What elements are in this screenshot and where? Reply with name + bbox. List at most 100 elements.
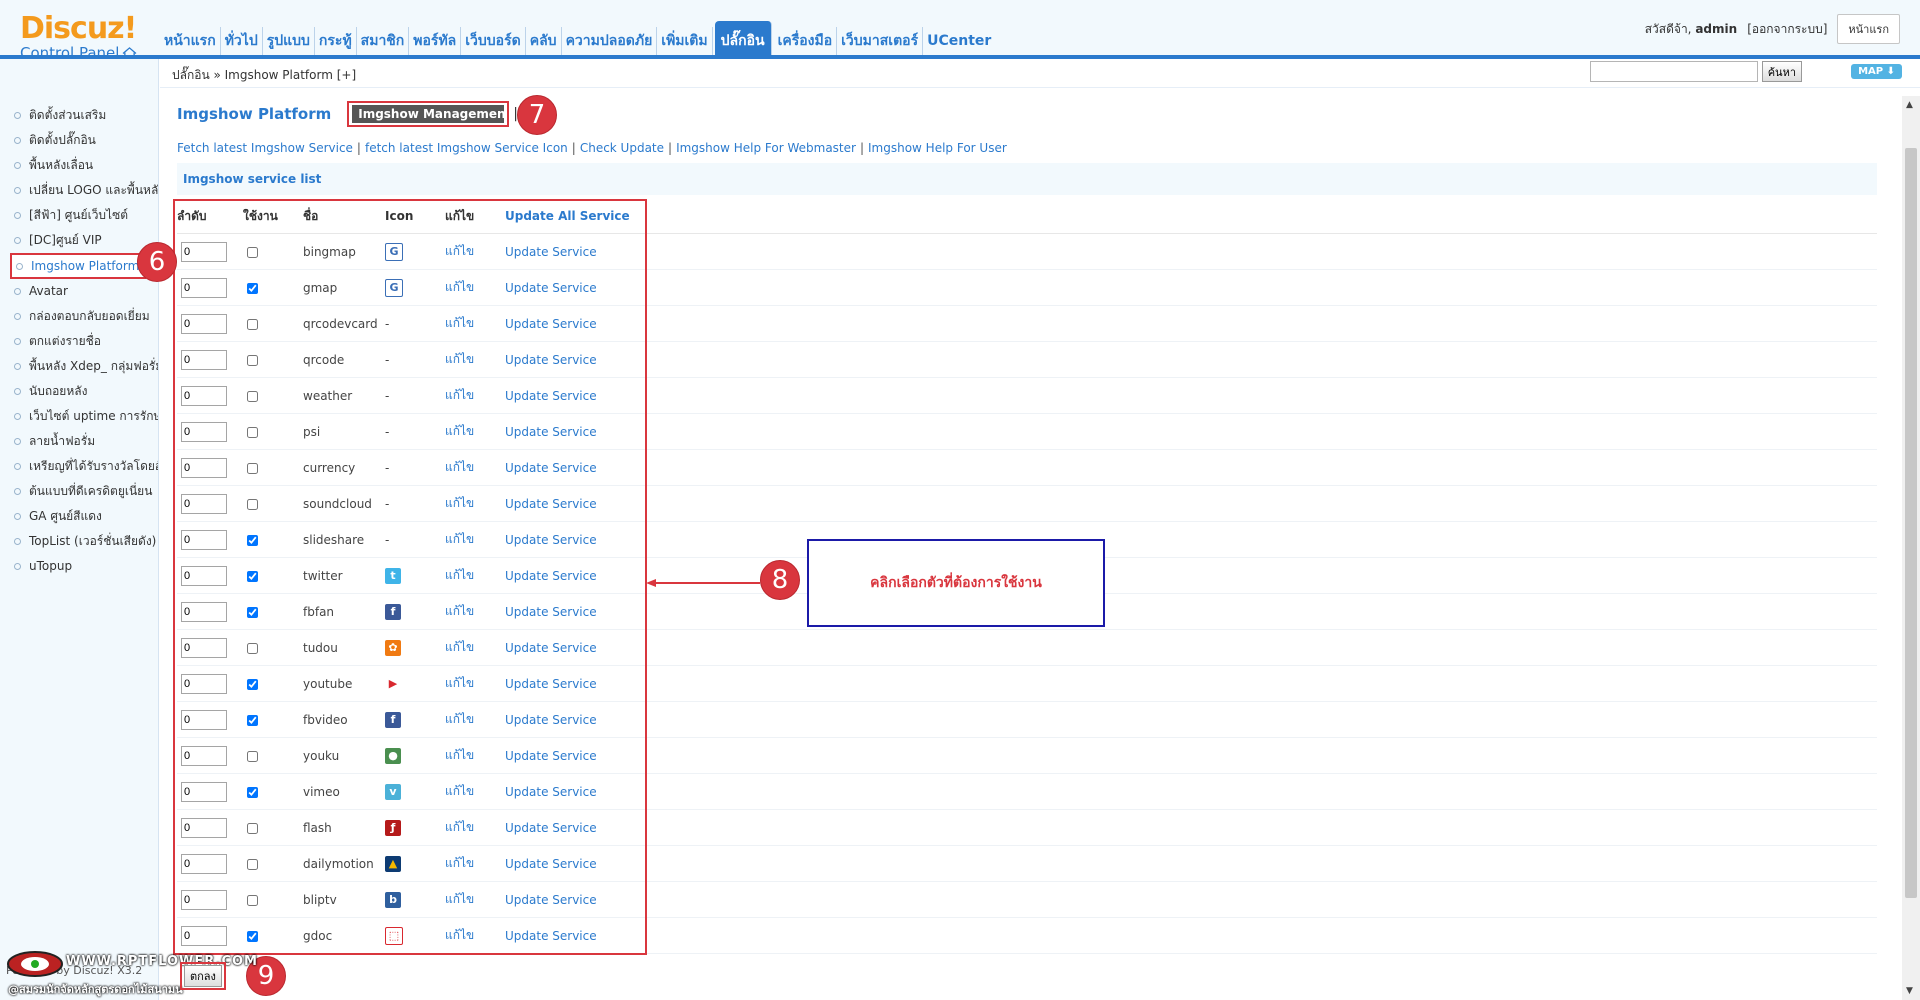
edit-link[interactable]: แก้ไข: [445, 820, 474, 834]
sidebar-item-4[interactable]: [สีฟ้า] ศูนย์เว็บไซต์: [0, 203, 158, 228]
enable-checkbox[interactable]: [247, 570, 258, 582]
sidebar-item-13[interactable]: ลายน้ำฟอรั่ม: [0, 429, 158, 454]
update-service-link[interactable]: Update Service: [505, 497, 597, 511]
edit-link[interactable]: แก้ไข: [445, 712, 474, 726]
sidebar-item-10[interactable]: พื้นหลัง Xdep_ กลุ่มฟอรั่ม: [0, 354, 158, 379]
update-service-link[interactable]: Update Service: [505, 317, 597, 331]
edit-link[interactable]: แก้ไข: [445, 568, 474, 582]
order-input[interactable]: [181, 889, 227, 910]
search-input[interactable]: [1589, 61, 1758, 82]
enable-checkbox[interactable]: [247, 354, 258, 366]
vertical-scrollbar[interactable]: ▲ ▼: [1902, 96, 1920, 1000]
edit-link[interactable]: แก้ไข: [445, 604, 474, 618]
nav-item-8[interactable]: ความปลอดภัย: [562, 27, 658, 55]
sidebar-item-8[interactable]: กล่องตอบกลับยอดเยี่ยม: [0, 304, 158, 329]
nav-item-4[interactable]: สมาชิก: [357, 27, 410, 55]
update-service-link[interactable]: Update Service: [505, 389, 597, 403]
enable-checkbox[interactable]: [247, 858, 258, 870]
order-input[interactable]: [181, 277, 227, 298]
map-button[interactable]: MAP ⬇: [1851, 64, 1902, 79]
edit-link[interactable]: แก้ไข: [445, 640, 474, 654]
update-service-link[interactable]: Update Service: [505, 785, 597, 799]
enable-checkbox[interactable]: [247, 390, 258, 402]
edit-link[interactable]: แก้ไข: [445, 748, 474, 762]
nav-item-0[interactable]: หน้าแรก: [160, 27, 221, 55]
enable-checkbox[interactable]: [247, 498, 258, 510]
edit-link[interactable]: แก้ไข: [445, 676, 474, 690]
edit-link[interactable]: แก้ไข: [445, 856, 474, 870]
order-input[interactable]: [181, 601, 227, 622]
edit-link[interactable]: แก้ไข: [445, 352, 474, 366]
order-input[interactable]: [181, 817, 227, 838]
nav-item-6[interactable]: เว็บบอร์ด: [461, 27, 526, 55]
enable-checkbox[interactable]: [247, 642, 258, 654]
enable-checkbox[interactable]: [247, 786, 258, 798]
order-input[interactable]: [181, 853, 227, 874]
update-service-link[interactable]: Update Service: [505, 461, 597, 475]
sidebar-item-6[interactable]: Imgshow Platform: [10, 253, 146, 279]
sidebar-item-0[interactable]: ติดตั้งส่วนเสริม: [0, 103, 158, 128]
scroll-up-icon[interactable]: ▲: [1906, 100, 1913, 110]
nav-item-1[interactable]: ทั่วไป: [221, 27, 263, 55]
action-link-3[interactable]: Imgshow Help For Webmaster: [676, 141, 856, 155]
logout-link[interactable]: [ออกจากระบบ]: [1747, 20, 1827, 39]
scroll-thumb[interactable]: [1905, 148, 1917, 898]
action-link-1[interactable]: fetch latest Imgshow Service Icon: [365, 141, 568, 155]
enable-checkbox[interactable]: [247, 714, 258, 726]
order-input[interactable]: [181, 385, 227, 406]
nav-item-12[interactable]: เว็บมาสเตอร์: [837, 27, 924, 55]
edit-link[interactable]: แก้ไข: [445, 892, 474, 906]
enable-checkbox[interactable]: [247, 426, 258, 438]
order-input[interactable]: [181, 241, 227, 262]
edit-link[interactable]: แก้ไข: [445, 784, 474, 798]
nav-item-11[interactable]: เครื่องมือ: [774, 27, 838, 55]
edit-link[interactable]: แก้ไข: [445, 388, 474, 402]
update-service-link[interactable]: Update Service: [505, 713, 597, 727]
update-service-link[interactable]: Update Service: [505, 821, 597, 835]
update-service-link[interactable]: Update Service: [505, 605, 597, 619]
sidebar-item-9[interactable]: ตกแต่งรายชื่อ: [0, 329, 158, 354]
update-service-link[interactable]: Update Service: [505, 533, 597, 547]
order-input[interactable]: [181, 637, 227, 658]
sidebar-item-11[interactable]: นับถอยหลัง: [0, 379, 158, 404]
update-service-link[interactable]: Update Service: [505, 749, 597, 763]
update-service-link[interactable]: Update Service: [505, 929, 597, 943]
submit-button[interactable]: ตกลง: [184, 965, 222, 987]
update-service-link[interactable]: Update Service: [505, 641, 597, 655]
update-service-link[interactable]: Update Service: [505, 353, 597, 367]
update-service-link[interactable]: Update Service: [505, 569, 597, 583]
sidebar-item-15[interactable]: ต้นแบบที่ดีเครดิตยูเนี่ยน: [0, 479, 158, 504]
enable-checkbox[interactable]: [247, 462, 258, 474]
nav-item-10[interactable]: ปลั๊กอิน: [714, 21, 772, 55]
nav-item-3[interactable]: กระทู้: [315, 27, 357, 55]
sidebar-item-2[interactable]: พื้นหลังเลื่อน: [0, 153, 158, 178]
tab-imgshow-management[interactable]: Imgshow Management: [352, 105, 505, 123]
nav-item-2[interactable]: รูปแบบ: [263, 27, 315, 55]
nav-item-9[interactable]: เพิ่มเติม: [657, 27, 713, 55]
update-service-link[interactable]: Update Service: [505, 857, 597, 871]
enable-checkbox[interactable]: [247, 318, 258, 330]
breadcrumb[interactable]: ปลั๊กอิน » Imgshow Platform [+]: [172, 66, 356, 85]
order-input[interactable]: [181, 313, 227, 334]
edit-link[interactable]: แก้ไข: [445, 244, 474, 258]
update-service-link[interactable]: Update Service: [505, 245, 597, 259]
edit-link[interactable]: แก้ไข: [445, 496, 474, 510]
order-input[interactable]: [181, 457, 227, 478]
sidebar-item-5[interactable]: [DC]ศูนย์ VIP: [0, 228, 158, 253]
sidebar-item-17[interactable]: TopList (เวอร์ชั่นเสียดัง): [0, 529, 158, 554]
home-button[interactable]: หน้าแรก: [1837, 14, 1900, 44]
update-service-link[interactable]: Update Service: [505, 677, 597, 691]
update-service-link[interactable]: Update Service: [505, 425, 597, 439]
scroll-down-icon[interactable]: ▼: [1906, 986, 1913, 996]
enable-checkbox[interactable]: [247, 534, 258, 546]
enable-checkbox[interactable]: [247, 606, 258, 618]
edit-link[interactable]: แก้ไข: [445, 316, 474, 330]
sidebar-item-18[interactable]: uTopup: [0, 554, 158, 579]
sidebar-item-1[interactable]: ติดตั้งปลั๊กอิน: [0, 128, 158, 153]
nav-item-7[interactable]: คลับ: [526, 27, 562, 55]
sidebar-item-16[interactable]: GA ศูนย์สีแดง: [0, 504, 158, 529]
sidebar-item-7[interactable]: Avatar: [0, 279, 158, 304]
action-link-0[interactable]: Fetch latest Imgshow Service: [177, 141, 353, 155]
update-all-service-link[interactable]: Update All Service: [505, 209, 630, 223]
action-link-2[interactable]: Check Update: [580, 141, 664, 155]
